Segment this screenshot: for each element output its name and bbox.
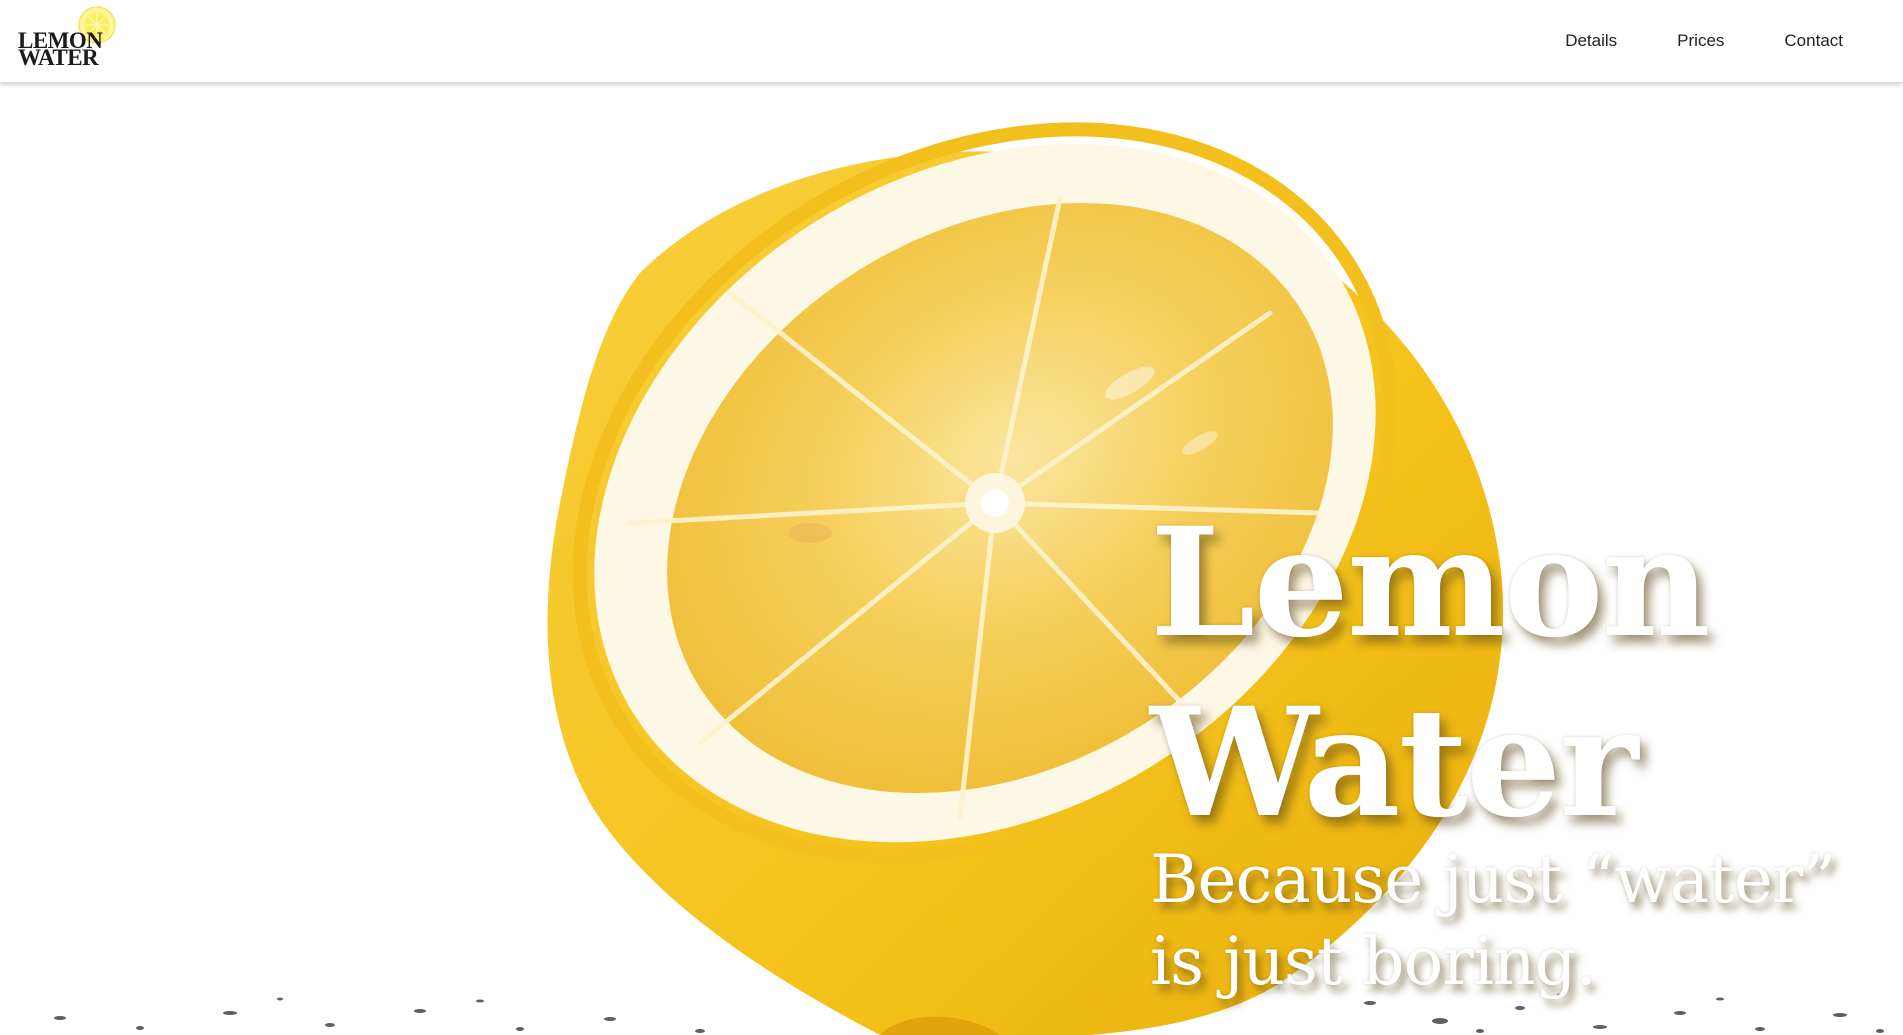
page: Lemon Water Details Prices Contact xyxy=(0,0,1903,1035)
hero-subtitle: Because just “water” is just boring. xyxy=(1150,841,1836,1000)
nav-item-details[interactable]: Details xyxy=(1535,31,1647,51)
logo-text-line2: Water xyxy=(18,45,99,70)
site-header: Lemon Water Details Prices Contact xyxy=(0,0,1903,83)
main-nav: Details Prices Contact xyxy=(1535,0,1873,82)
hero-section: Lemon Water Because just “water” is just… xyxy=(0,83,1903,1035)
hero-text-block: Lemon Water Because just “water” is just… xyxy=(1150,493,1903,1003)
logo[interactable]: Lemon Water xyxy=(16,6,126,70)
hero-title: Lemon Water xyxy=(1150,495,1711,851)
nav-item-contact[interactable]: Contact xyxy=(1754,31,1873,51)
nav-item-prices[interactable]: Prices xyxy=(1647,31,1754,51)
